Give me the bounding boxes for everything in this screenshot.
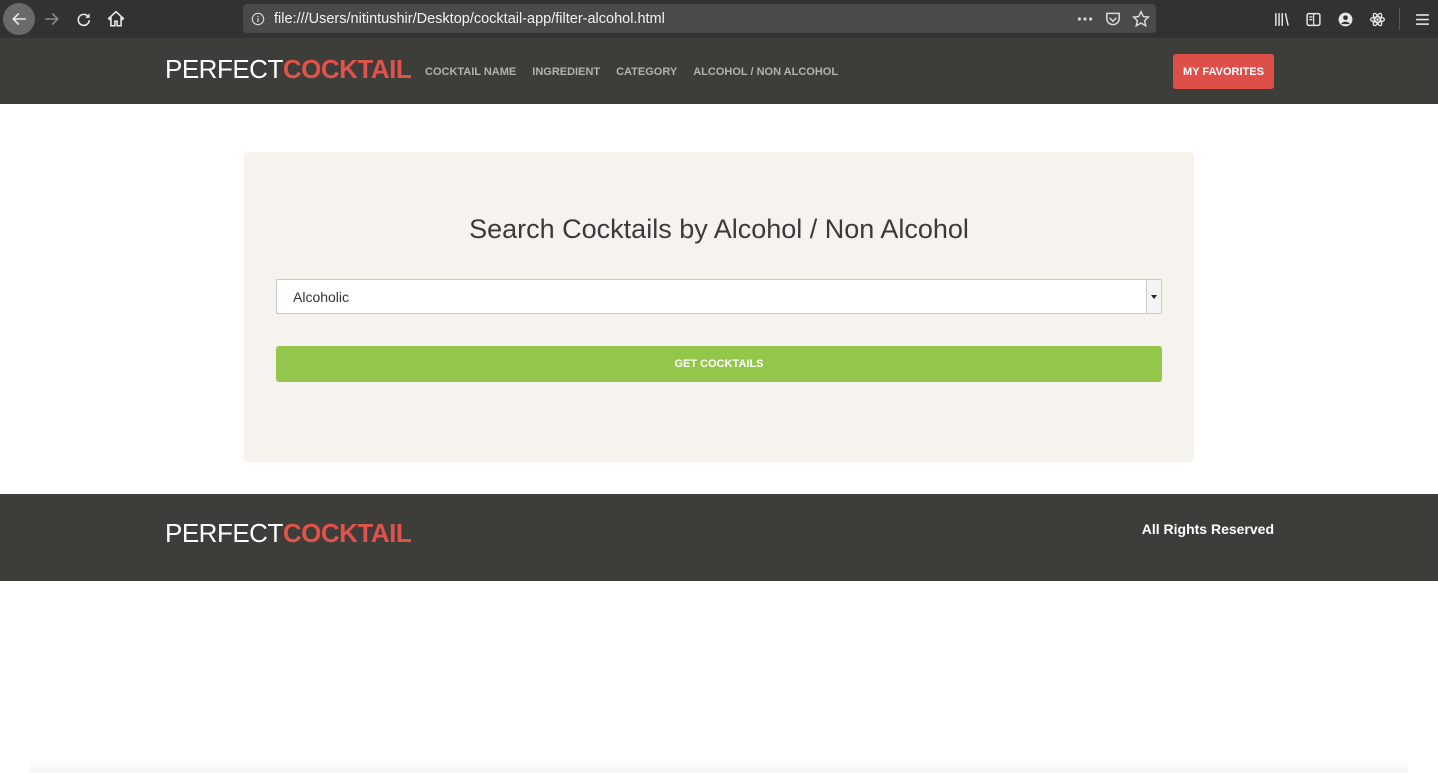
site-header: PERFECTCOCKTAIL COCKTAIL NAME INGREDIENT… <box>0 38 1438 104</box>
alcohol-select[interactable]: Alcoholic <box>276 279 1162 314</box>
more-icon[interactable] <box>1076 10 1094 28</box>
nav-category[interactable]: CATEGORY <box>616 66 677 78</box>
toolbar-divider <box>1399 8 1400 30</box>
footer-logo-part1: PERFECT <box>165 518 283 548</box>
logo-part2: COCKTAIL <box>282 54 412 84</box>
nav-cocktail-name[interactable]: COCKTAIL NAME <box>425 66 516 78</box>
page-title: Search Cocktails by Alcohol / Non Alcoho… <box>469 214 969 244</box>
star-icon[interactable] <box>1132 9 1150 28</box>
account-icon[interactable] <box>1329 3 1361 35</box>
copyright-text: All Rights Reserved <box>1141 521 1274 537</box>
nav-alcohol[interactable]: ALCOHOL / NON ALCOHOL <box>693 66 838 78</box>
back-arrow-icon[interactable] <box>3 3 35 35</box>
reload-icon[interactable] <box>68 3 100 35</box>
menu-icon[interactable] <box>1406 3 1438 35</box>
forward-arrow-icon[interactable] <box>36 3 68 35</box>
logo-part1: PERFECT <box>165 54 283 84</box>
sidebar-icon[interactable] <box>1297 3 1329 35</box>
window-bottom-shadow <box>30 758 1408 773</box>
pocket-icon[interactable] <box>1104 10 1122 28</box>
extension-icon[interactable] <box>1361 3 1393 35</box>
library-icon[interactable] <box>1265 3 1297 35</box>
browser-toolbar: file:///Users/nitintushir/Desktop/cockta… <box>0 0 1438 38</box>
footer-logo[interactable]: PERFECTCOCKTAIL <box>165 518 412 549</box>
main-nav: COCKTAIL NAME INGREDIENT CATEGORY ALCOHO… <box>425 66 838 78</box>
url-bar[interactable]: file:///Users/nitintushir/Desktop/cockta… <box>243 4 1156 33</box>
footer-logo-part2: COCKTAIL <box>282 518 412 548</box>
home-icon[interactable] <box>100 3 132 35</box>
site-footer: PERFECTCOCKTAIL All Rights Reserved <box>0 494 1438 581</box>
url-text[interactable]: file:///Users/nitintushir/Desktop/cockta… <box>274 11 665 27</box>
my-favorites-button[interactable]: MY FAVORITES <box>1173 54 1274 89</box>
select-value: Alcoholic <box>293 289 350 305</box>
site-logo[interactable]: PERFECTCOCKTAIL <box>165 54 412 85</box>
nav-ingredient[interactable]: INGREDIENT <box>532 66 600 78</box>
search-card: Search Cocktails by Alcohol / Non Alcoho… <box>244 152 1194 462</box>
get-cocktails-button[interactable]: GET COCKTAILS <box>276 346 1162 382</box>
info-icon[interactable] <box>251 12 265 26</box>
chevron-down-icon[interactable] <box>1146 280 1161 313</box>
